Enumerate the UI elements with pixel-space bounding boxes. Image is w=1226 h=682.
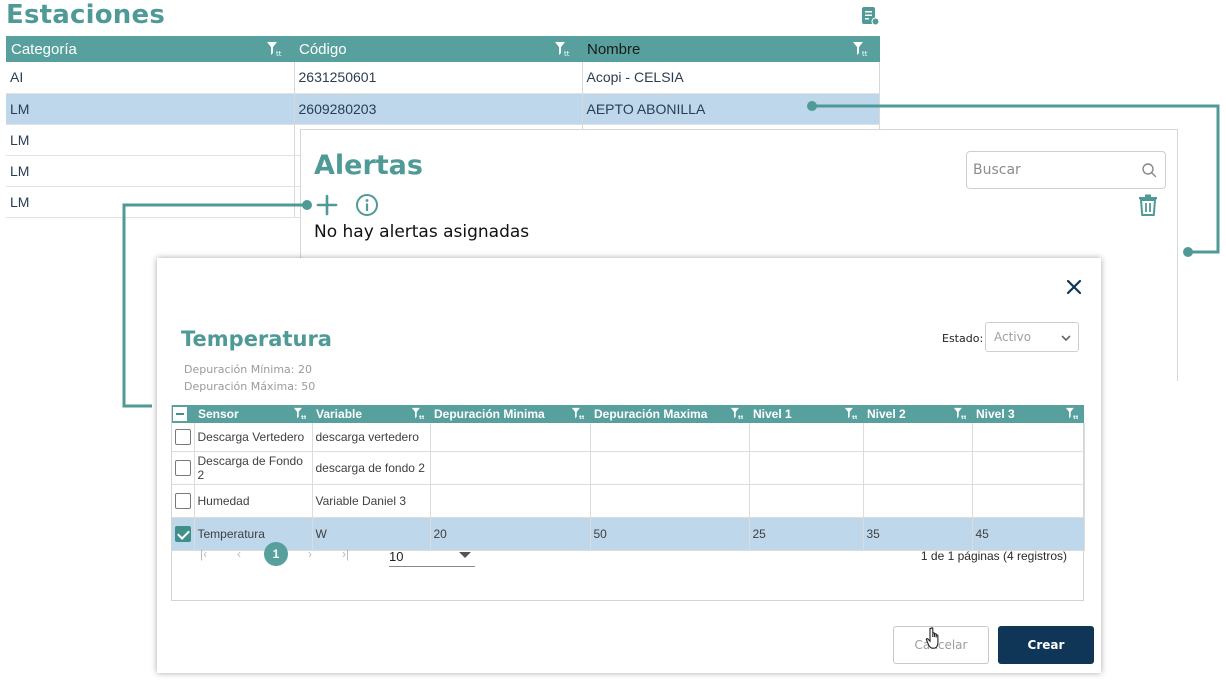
svg-text:tt: tt: [579, 415, 584, 420]
create-button[interactable]: Crear: [998, 626, 1094, 664]
column-label: Variable: [316, 407, 363, 421]
cell-nivel-3: [972, 423, 1085, 452]
cell-sensor: Descarga de Fondo 2: [194, 451, 313, 485]
estado-selected-value: Activo: [994, 330, 1032, 344]
cell-variable: descarga vertedero: [312, 423, 431, 452]
cell-nivel-1: [749, 423, 864, 452]
svg-text:tt: tt: [738, 415, 743, 420]
row-select-cell: [172, 451, 195, 485]
column-header-dep-min[interactable]: Depuración Minima tt: [430, 405, 590, 423]
caret-down-icon: [459, 552, 471, 558]
page-1-button[interactable]: 1: [264, 542, 288, 566]
cell-nivel-2: [863, 423, 973, 452]
cell-nivel-2: [863, 484, 973, 518]
column-label: Nivel 2: [867, 407, 906, 421]
filter-icon[interactable]: tt: [1065, 407, 1078, 420]
filter-icon[interactable]: tt: [571, 407, 584, 420]
cell-dep-min: [430, 451, 591, 485]
sensor-table-container: Sensor tt Variable tt Depuración Minima …: [171, 405, 1085, 601]
column-label: Sensor: [198, 407, 239, 421]
estado-label: Estado:: [942, 332, 984, 345]
page-size-value: 10: [389, 549, 404, 564]
depuracion-minima: Depuración Mínima: 20: [184, 363, 312, 376]
cell-dep-max: [590, 451, 750, 485]
select-all-checkbox[interactable]: [173, 407, 187, 422]
svg-text:tt: tt: [1073, 415, 1078, 420]
cell-nivel-3: [972, 484, 1085, 518]
sensor-alert-modal: Temperatura Depuración Mínima: 20 Depura…: [157, 258, 1101, 673]
column-label: Nivel 1: [753, 407, 792, 421]
modal-title: Temperatura: [181, 327, 332, 351]
cell-variable: Variable Daniel 3: [312, 484, 431, 518]
depuracion-maxima: Depuración Máxima: 50: [184, 380, 316, 393]
close-icon[interactable]: [1065, 278, 1083, 296]
filter-icon[interactable]: tt: [293, 407, 306, 420]
column-header-nivel-3[interactable]: Nivel 3 tt: [972, 405, 1084, 423]
last-page-icon[interactable]: ›|: [342, 547, 349, 561]
cell-sensor: Descarga Vertedero: [194, 423, 313, 452]
svg-text:tt: tt: [301, 415, 306, 420]
column-header-variable[interactable]: Variable tt: [312, 405, 430, 423]
filter-icon[interactable]: tt: [411, 407, 424, 420]
cell-sensor: Humedad: [194, 484, 313, 518]
cancel-button[interactable]: Cancelar: [893, 626, 989, 664]
row-checkbox[interactable]: [175, 459, 191, 476]
row-select-cell: [172, 423, 195, 452]
row-checkbox[interactable]: [175, 492, 191, 509]
sensor-header-row: Sensor tt Variable tt Depuración Minima …: [172, 405, 1084, 423]
svg-text:tt: tt: [961, 415, 966, 420]
chevron-down-icon: [1061, 335, 1071, 342]
filter-icon[interactable]: tt: [953, 407, 966, 420]
row-checkbox[interactable]: [175, 428, 191, 445]
sensor-row[interactable]: Humedad Variable Daniel 3: [172, 484, 1085, 518]
select-all-header: [172, 405, 194, 423]
column-label: Depuración Maxima: [594, 407, 708, 421]
cell-nivel-3: [972, 451, 1085, 485]
svg-text:tt: tt: [419, 415, 424, 420]
cell-nivel-2: [863, 451, 973, 485]
cell-variable: descarga de fondo 2: [312, 451, 431, 485]
column-label: Nivel 3: [976, 407, 1015, 421]
estado-select[interactable]: Activo: [985, 322, 1079, 352]
prev-page-icon[interactable]: ‹: [237, 547, 241, 561]
column-label: Depuración Minima: [434, 407, 545, 421]
page-size-select[interactable]: 10: [389, 541, 475, 567]
pagination: |‹ ‹ 1 › ›| 10 1 de 1 páginas (4 registr…: [172, 537, 1083, 577]
cell-dep-max: [590, 423, 750, 452]
cell-nivel-1: [749, 484, 864, 518]
cell-nivel-1: [749, 451, 864, 485]
sensor-table: Sensor tt Variable tt Depuración Minima …: [172, 405, 1085, 551]
row-select-cell: [172, 484, 195, 518]
pagination-info: 1 de 1 páginas (4 registros): [920, 549, 1067, 563]
filter-icon[interactable]: tt: [730, 407, 743, 420]
svg-text:tt: tt: [852, 415, 857, 420]
cell-dep-min: [430, 423, 591, 452]
column-header-nivel-1[interactable]: Nivel 1 tt: [749, 405, 863, 423]
column-header-sensor[interactable]: Sensor tt: [194, 405, 312, 423]
sensor-row[interactable]: Descarga de Fondo 2 descarga de fondo 2: [172, 451, 1085, 485]
first-page-icon[interactable]: |‹: [200, 547, 207, 561]
column-header-dep-max[interactable]: Depuración Maxima tt: [590, 405, 749, 423]
column-header-nivel-2[interactable]: Nivel 2 tt: [863, 405, 972, 423]
next-page-icon[interactable]: ›: [308, 547, 312, 561]
cell-dep-min: [430, 484, 591, 518]
cell-dep-max: [590, 484, 750, 518]
filter-icon[interactable]: tt: [844, 407, 857, 420]
sensor-row[interactable]: Descarga Vertedero descarga vertedero: [172, 423, 1085, 452]
